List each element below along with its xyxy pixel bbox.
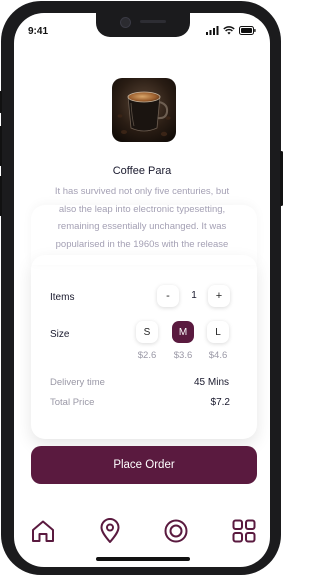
size-m-button[interactable]: M: [172, 321, 194, 343]
nav-grid[interactable]: [230, 517, 258, 545]
nav-home[interactable]: [29, 517, 57, 545]
notch: [96, 13, 190, 37]
nav-target[interactable]: [162, 517, 190, 545]
speaker-grille: [140, 20, 166, 23]
home-indicator: [96, 557, 190, 561]
delivery-time-value: 45 Mins: [193, 377, 229, 388]
power-button: [280, 151, 283, 206]
volume-down-button: [0, 176, 2, 216]
screen: 9:41 Coffee Para It has survived not onl…: [14, 13, 270, 567]
delivery-time-label: Delivery time: [50, 377, 105, 388]
place-order-button[interactable]: Place Order: [31, 446, 257, 484]
size-label: Size: [50, 329, 70, 340]
product-description: It has survived not only five centuries,…: [54, 186, 230, 250]
location-pin-icon: [100, 518, 120, 543]
nav-location[interactable]: [96, 517, 124, 545]
mute-switch: [0, 91, 2, 113]
quantity-value: 1: [191, 290, 197, 301]
signal-icon: [206, 26, 219, 35]
status-time: 9:41: [28, 26, 49, 37]
battery-icon: [239, 26, 256, 35]
phone-frame: 9:41 Coffee Para It has survived not onl…: [0, 1, 283, 575]
bottom-nav: [14, 513, 270, 549]
order-card: Items - 1 + Size S M L $2.6 $3.6 $4.6 De…: [31, 255, 257, 439]
size-m-price: $3.6: [173, 350, 193, 361]
camera-icon: [120, 17, 131, 28]
size-l-button[interactable]: L: [207, 321, 229, 343]
coffee-cup-image: [112, 78, 176, 142]
increment-button[interactable]: +: [208, 285, 230, 307]
target-icon: [164, 519, 188, 543]
size-s-button[interactable]: S: [136, 321, 158, 343]
wifi-icon: [223, 26, 235, 35]
total-price-label: Total Price: [50, 397, 95, 408]
total-price-value: $7.2: [210, 397, 230, 408]
size-l-price: $4.6: [208, 350, 228, 361]
decrement-button[interactable]: -: [157, 285, 179, 307]
home-icon: [32, 520, 54, 542]
volume-up-button: [0, 126, 2, 166]
items-label: Items: [50, 292, 75, 303]
product-title: Coffee Para: [112, 165, 172, 177]
grid-icon: [232, 519, 256, 543]
status-icons: [206, 26, 256, 35]
size-s-price: $2.6: [137, 350, 157, 361]
